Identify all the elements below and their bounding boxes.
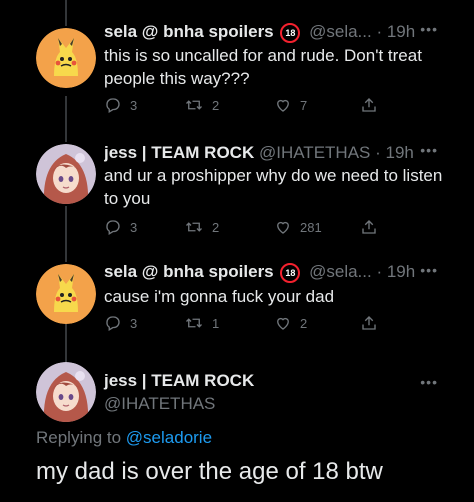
heart-icon [277,221,289,234]
display-name[interactable]: sela @ bnha spoilers [104,22,274,41]
like-count: 281 [300,219,322,235]
retweet-count: 1 [212,315,220,331]
display-name[interactable]: jess | TEAM ROCK [104,143,254,162]
reply-icon [106,98,120,113]
main-tweet-text: my dad is over the age of 18 btw [36,458,383,485]
reply-icon [106,220,120,235]
share-icon [362,98,376,112]
retweet-button[interactable]: 1 [184,314,219,332]
avatar[interactable] [36,28,96,88]
tweet-time[interactable]: · 19h [375,143,414,162]
like-count: 2 [300,315,308,331]
thread-connector [65,96,67,142]
display-name[interactable]: jess | TEAM ROCK [104,371,254,391]
tweet-text: cause i'm gonna fuck your dad [104,287,335,306]
retweet-count: 2 [212,97,220,113]
retweet-icon [186,100,202,110]
like-button[interactable]: 7 [274,96,307,114]
more-icon[interactable]: ••• [420,262,438,278]
anime-girl-avatar-icon [36,362,96,422]
tweet-text: and ur a proshipper why do we need to li… [104,166,443,208]
share-icon [362,220,376,234]
like-button[interactable]: 2 [274,314,307,332]
share-icon [362,316,376,330]
more-icon[interactable]: ••• [420,142,438,158]
reply-count: 3 [130,315,138,331]
share-button[interactable] [360,218,386,236]
mention-link[interactable]: @seladorie [126,428,212,447]
replying-prefix: Replying to [36,428,122,447]
tweet-header: sela @ bnha spoilers 18 @sela... · 19h [104,261,434,283]
thread-connector [65,0,67,26]
tweet-header: jess | TEAM ROCK @IHATETHAS · 19h [104,142,434,164]
reply-button[interactable]: 3 [104,314,137,332]
tweet-actions: 3 1 2 [104,314,384,336]
tweet-time[interactable]: · 19h [376,22,415,41]
tweet-thread: sela @ bnha spoilers 18 @sela... · 19h •… [0,0,474,502]
share-button[interactable] [360,314,386,332]
like-count: 7 [300,97,308,113]
reply-button[interactable]: 3 [104,218,137,236]
reply-count: 3 [130,97,138,113]
retweet-icon [186,222,202,232]
user-handle[interactable]: @IHATETHAS [104,394,215,414]
avatar[interactable] [36,264,96,324]
share-button[interactable] [360,96,386,114]
tweet-actions: 3 2 7 [104,96,384,118]
heart-icon [277,317,289,330]
heart-icon [277,99,289,112]
replying-to: Replying to @seladorie [36,428,212,448]
tweet-header: sela @ bnha spoilers 18 @sela... · 19h [104,21,434,43]
thread-connector [65,324,67,362]
display-name[interactable]: sela @ bnha spoilers [104,262,274,281]
tweet-actions: 3 2 281 [104,218,384,240]
age-restriction-badge: 18 [280,263,301,283]
like-button[interactable]: 281 [274,218,322,236]
user-handle[interactable]: @IHATETHAS [259,143,370,162]
mimikyu-avatar-icon [36,264,96,324]
mimikyu-avatar-icon [36,28,96,88]
reply-button[interactable]: 3 [104,96,137,114]
user-handle[interactable]: @sela... [309,22,372,41]
thread-connector [65,206,67,262]
avatar[interactable] [36,144,96,204]
tweet-time[interactable]: · 19h [376,262,415,281]
age-restriction-badge: 18 [280,23,301,43]
retweet-icon [186,318,202,328]
user-handle[interactable]: @sela... [309,262,372,281]
tweet-text: this is so uncalled for and rude. Don't … [104,46,422,88]
retweet-count: 2 [212,219,220,235]
avatar[interactable] [36,362,96,422]
more-icon[interactable]: ••• [420,374,438,390]
reply-icon [106,316,120,331]
reply-count: 3 [130,219,138,235]
retweet-button[interactable]: 2 [184,218,219,236]
more-icon[interactable]: ••• [420,21,438,37]
anime-girl-avatar-icon [36,144,96,204]
retweet-button[interactable]: 2 [184,96,219,114]
